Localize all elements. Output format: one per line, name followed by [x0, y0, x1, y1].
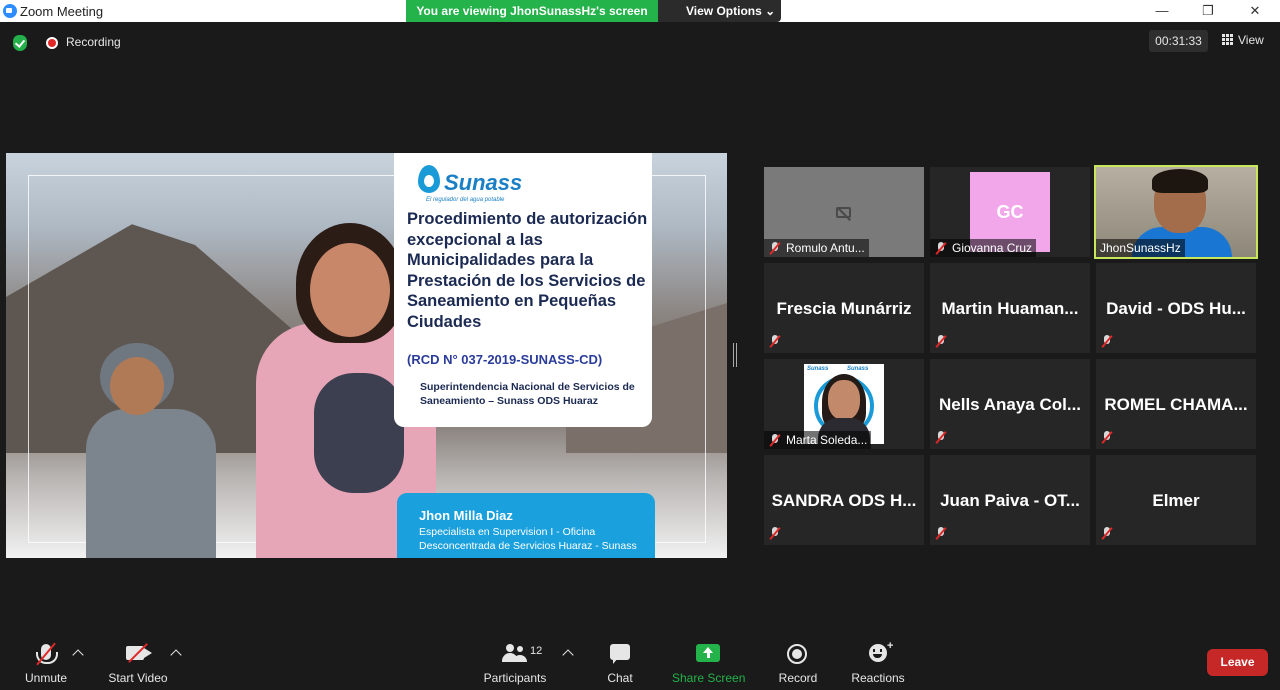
smiley-icon	[869, 644, 887, 662]
record-icon	[787, 644, 807, 664]
participant-tile[interactable]: Romulo Antu...	[764, 167, 924, 257]
muted-mic-icon	[769, 434, 781, 447]
close-button[interactable]: ✕	[1235, 2, 1275, 20]
leave-button[interactable]: Leave	[1207, 649, 1268, 676]
participant-name: ROMEL CHAMA...	[1104, 395, 1248, 414]
chat-button[interactable]: Chat	[600, 640, 640, 685]
view-label: View	[1238, 33, 1264, 47]
participant-tile[interactable]: SANDRA ODS H...	[764, 455, 924, 545]
reactions-label: Reactions	[851, 671, 905, 685]
record-label: Record	[778, 671, 818, 685]
participant-tile[interactable]: Sunass Sunass Marta Soleda...	[764, 359, 924, 449]
participant-name: Nells Anaya Col...	[938, 395, 1082, 414]
participant-tile[interactable]: Martin Huaman...	[930, 263, 1090, 353]
participant-tile[interactable]: Frescia Munárriz	[764, 263, 924, 353]
sunass-logo-icon	[418, 165, 440, 193]
participant-label: Romulo Antu...	[764, 239, 869, 257]
record-button[interactable]: Record	[778, 640, 818, 685]
grid-view-icon	[1222, 34, 1233, 45]
muted-mic-icon	[769, 335, 781, 348]
camera-off-icon	[836, 207, 851, 218]
participant-name: Martin Huaman...	[941, 299, 1079, 318]
chat-label: Chat	[607, 671, 633, 685]
share-screen-button[interactable]: Share Screen	[672, 640, 746, 685]
participants-count: 12	[530, 645, 543, 657]
participant-tile[interactable]: GC Giovanna Cruz	[930, 167, 1090, 257]
view-options-button[interactable]: View Options ⌄	[658, 0, 781, 22]
participant-name: Frescia Munárriz	[776, 299, 912, 318]
participants-icon	[502, 644, 528, 662]
photo-brand-left: Sunass	[807, 366, 829, 372]
participant-name: JhonSunassHz	[1100, 241, 1181, 255]
muted-mic-icon	[935, 242, 947, 255]
encryption-shield-icon[interactable]	[13, 35, 27, 51]
participant-name: Elmer	[1152, 491, 1200, 510]
window-title: Zoom Meeting	[20, 4, 104, 19]
restore-button[interactable]: ❐	[1188, 2, 1228, 20]
share-screen-icon	[696, 644, 720, 662]
boy-photo	[86, 343, 216, 558]
slide-reference: (RCD N° 037-2019-SUNASS-CD)	[407, 352, 603, 367]
minimize-button[interactable]: —	[1142, 2, 1182, 20]
sunass-logo: Sunass	[444, 170, 523, 195]
muted-mic-icon	[935, 431, 947, 444]
slide-title: Procedimiento de autorización excepciona…	[407, 210, 648, 331]
participant-name: Marta Soleda...	[786, 433, 868, 447]
muted-mic-icon	[1101, 431, 1113, 444]
slide-organization: Superintendencia Nacional de Servicios d…	[420, 381, 635, 407]
participant-tile[interactable]: Nells Anaya Col...	[930, 359, 1090, 449]
view-button[interactable]: View	[1222, 33, 1264, 47]
participant-tile[interactable]: Elmer	[1096, 455, 1256, 545]
participants-options-caret[interactable]	[562, 649, 574, 661]
zoom-app-icon	[3, 4, 17, 18]
start-video-button[interactable]: Start Video	[100, 640, 176, 685]
participant-name: David - ODS Hu...	[1106, 299, 1246, 318]
unmute-button[interactable]: Unmute	[16, 640, 76, 685]
viewing-screen-banner: You are viewing JhonSunassHz's screen	[406, 0, 658, 22]
reactions-button[interactable]: + Reactions	[851, 640, 905, 685]
meeting-timer: 00:31:33	[1149, 30, 1208, 52]
muted-microphone-icon	[36, 644, 58, 664]
recording-label: Recording	[66, 35, 121, 49]
muted-mic-icon	[1101, 335, 1113, 348]
presenter-role: Especialista en Supervision I - Oficina …	[419, 526, 637, 552]
participant-name: Romulo Antu...	[786, 241, 865, 255]
recording-icon	[46, 37, 58, 49]
participant-name: Giovanna Cruz	[952, 241, 1033, 255]
participant-name: Juan Paiva - OT...	[940, 491, 1080, 510]
muted-mic-icon	[769, 242, 781, 255]
sunass-tagline: El regulador del agua potable	[426, 197, 505, 203]
participant-label: Marta Soleda...	[764, 431, 872, 449]
muted-mic-icon	[1101, 527, 1113, 540]
video-off-icon	[126, 646, 144, 660]
shared-screen: Sunass El regulador del agua potable Pro…	[6, 153, 727, 558]
start-video-label: Start Video	[108, 671, 168, 685]
share-screen-label: Share Screen	[672, 671, 746, 685]
unmute-label: Unmute	[24, 671, 68, 685]
muted-mic-icon	[769, 527, 781, 540]
chat-icon	[610, 644, 630, 664]
participant-label: JhonSunassHz	[1096, 239, 1185, 257]
muted-mic-icon	[935, 527, 947, 540]
participants-button[interactable]: 12 Participants	[480, 640, 550, 685]
presenter-card: Jhon Milla Diaz Especialista en Supervis…	[397, 493, 655, 558]
participant-tile[interactable]: Juan Paiva - OT...	[930, 455, 1090, 545]
add-reaction-icon: +	[887, 640, 894, 652]
active-speaker-tile[interactable]: JhonSunassHz	[1094, 165, 1258, 259]
photo-brand-right: Sunass	[847, 366, 869, 372]
participant-tile[interactable]: David - ODS Hu...	[1096, 263, 1256, 353]
participants-label: Participants	[483, 671, 547, 685]
muted-mic-icon	[935, 335, 947, 348]
panel-splitter-handle[interactable]	[733, 343, 737, 367]
presenter-name: Jhon Milla Diaz	[419, 508, 513, 523]
participant-label: Giovanna Cruz	[930, 239, 1037, 257]
slide-title-card: Sunass El regulador del agua potable Pro…	[394, 153, 652, 427]
participant-tile[interactable]: ROMEL CHAMA...	[1096, 359, 1256, 449]
participant-name: SANDRA ODS H...	[771, 491, 917, 510]
